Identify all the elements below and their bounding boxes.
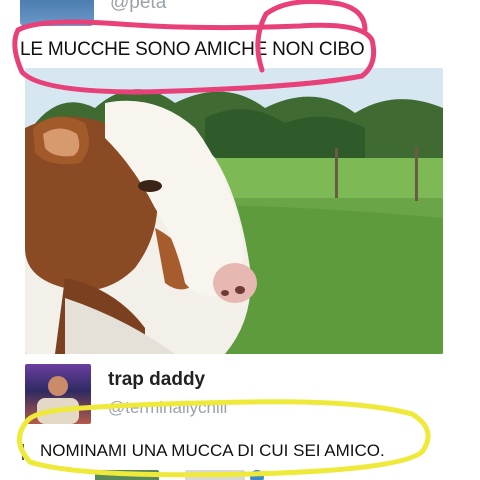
top-tweet-text: LE MUCCHE SONO AMICHE NON CIBO <box>20 39 365 60</box>
cow-photo-illustration <box>25 68 443 354</box>
verified-badge-icon <box>250 470 264 480</box>
top-tweet-avatar[interactable] <box>20 0 94 26</box>
avatar-portrait-icon <box>37 376 79 424</box>
reply-text: NOMINAMI UNA MUCCA DI CUI SEI AMICO. <box>40 441 385 460</box>
reply-avatar[interactable] <box>25 364 91 424</box>
cow-photo[interactable] <box>25 68 443 354</box>
top-tweet-handle[interactable]: @peta <box>110 0 166 14</box>
reply-author-handle[interactable]: @terminallychill <box>108 398 227 418</box>
reply-author-name[interactable]: trap daddy <box>108 369 205 391</box>
reply-indicator <box>22 444 24 460</box>
next-tweet-avatar[interactable] <box>95 470 159 480</box>
next-tweet-name[interactable] <box>185 470 245 480</box>
